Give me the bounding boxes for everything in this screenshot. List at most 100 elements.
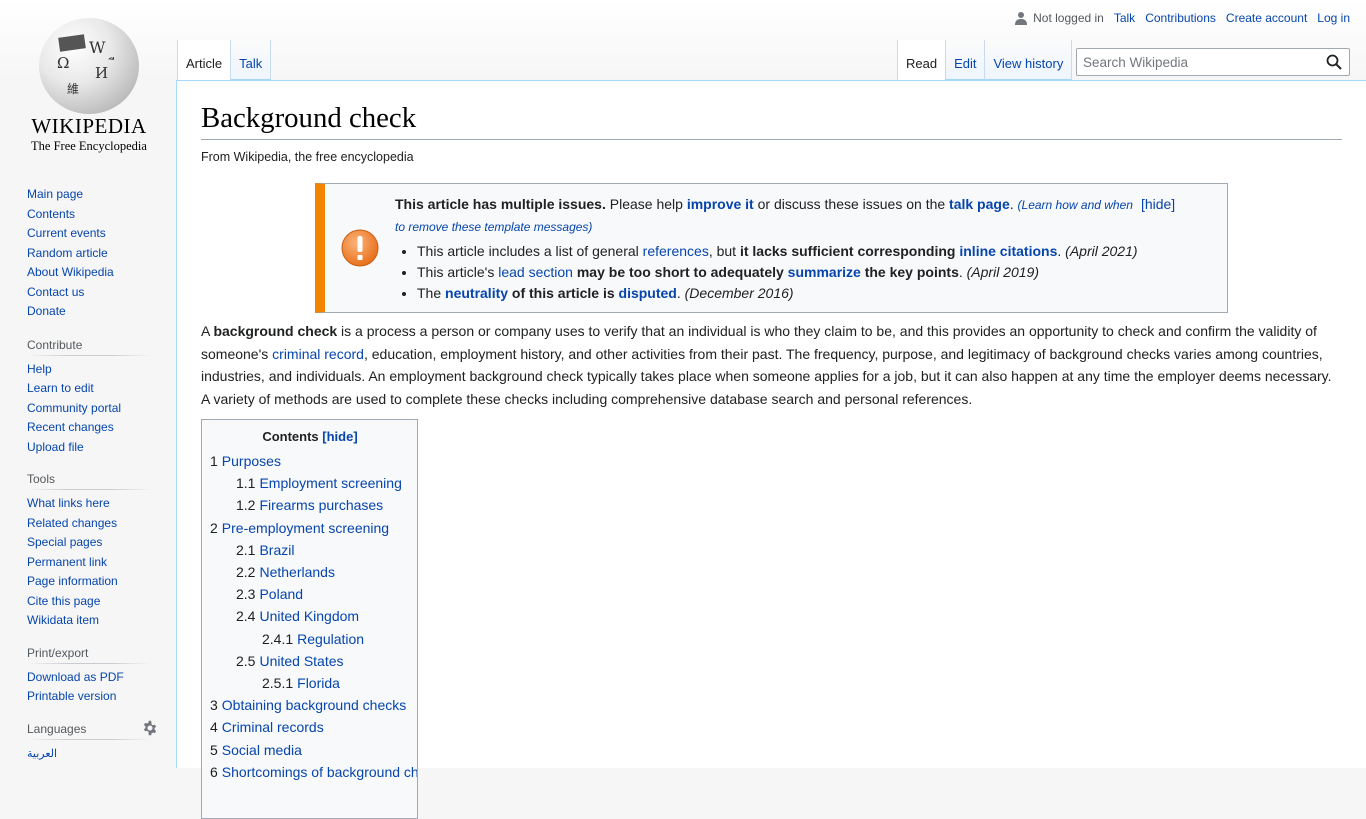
issue-bold-text: may be too short to adequately [572,264,788,281]
sidebar-item-contents[interactable]: Contents [27,207,75,221]
sidebar-item-page-information[interactable]: Page information [27,574,118,588]
sidebar-item-current-events[interactable]: Current events [27,226,106,240]
toc-hide-toggle[interactable]: [hide] [322,429,357,444]
tab-read[interactable]: Read [897,40,947,80]
sidebar-item-related-changes[interactable]: Related changes [27,516,117,530]
toc-item-number: 2 [210,519,218,536]
toc-item-link[interactable]: Poland [259,586,303,602]
toc-item[interactable]: 2.3 Poland [210,583,410,605]
issue-bold-text: the key points [860,264,959,281]
contributions-link[interactable]: Contributions [1145,11,1216,25]
view-tabs: Read Edit View history [897,40,1073,80]
create-account-link[interactable]: Create account [1226,11,1307,25]
user-icon [1015,11,1028,25]
toc-item-link[interactable]: Brazil [259,542,294,558]
neutrality-link[interactable]: neutrality [445,285,508,301]
toc-item-link[interactable]: United Kingdom [259,608,359,624]
sidebar-item-printable-version[interactable]: Printable version [27,689,116,703]
toc-item[interactable]: 6Shortcomings of background checks [210,761,417,783]
toc-item[interactable]: 2.4 United Kingdom [210,605,410,627]
sidebar-item-contact-us[interactable]: Contact us [27,285,84,299]
language-link-arabic[interactable]: العربية [27,748,57,760]
sidebar-navigation: Main page Contents Current events Random… [27,185,152,322]
print-export-heading: Print/export [27,645,152,664]
wikipedia-logo[interactable]: Ω W И 維 ี Wikipedia The Free Encyclopedi… [22,14,156,156]
sidebar-item-main-page[interactable]: Main page [27,187,83,201]
tab-view-history[interactable]: View history [985,40,1073,80]
disputed-link[interactable]: disputed [619,285,677,301]
sidebar-tools: Tools What links here Related changes Sp… [27,472,152,631]
sidebar-item-special-pages[interactable]: Special pages [27,535,102,549]
inline-citations-link[interactable]: inline citations [959,243,1057,259]
languages-heading: Languages [27,720,157,740]
tab-article[interactable]: Article [177,40,232,80]
toc-item[interactable]: 2.2 Netherlands [210,561,410,583]
toc-item-number: 2.4.1 [262,630,294,647]
log-in-link[interactable]: Log in [1317,11,1350,25]
toc-item[interactable]: 2.1 Brazil [210,539,410,561]
toc-item-number: 6 [210,763,218,780]
toc-item-number: 2.1 [236,541,256,558]
personal-talk-link[interactable]: Talk [1114,11,1135,25]
ambox-heading: This article has multiple issues. [395,196,606,213]
toc-item[interactable]: 2 Pre-employment screening [210,517,410,539]
toc-item-link[interactable]: Shortcomings of background checks [222,764,417,780]
toc-item[interactable]: 1.2 Firearms purchases [210,494,410,516]
lead-section-link[interactable]: lead section [498,264,573,280]
issue-item: This article includes a list of general … [417,241,1195,262]
sidebar-item-about-wikipedia[interactable]: About Wikipedia [27,265,114,279]
tab-edit[interactable]: Edit [946,40,986,80]
sidebar-item-upload-file[interactable]: Upload file [27,440,84,454]
toc-item[interactable]: 4 Criminal records [210,716,410,738]
tab-talk[interactable]: Talk [231,40,272,80]
toc-item-link[interactable]: Purposes [222,453,281,469]
sidebar-item-permanent-link[interactable]: Permanent link [27,555,107,569]
sidebar-item-wikidata-item[interactable]: Wikidata item [27,613,99,627]
toc-item-number: 2.5 [236,652,256,669]
toc-item-link[interactable]: Firearms purchases [259,497,383,513]
toc-item[interactable]: 2.4.1 Regulation [210,628,410,650]
toc-item-link[interactable]: Social media [222,742,302,758]
contribute-heading: Contribute [27,337,152,356]
search-input[interactable] [1077,49,1317,75]
sidebar-item-download-pdf[interactable]: Download as PDF [27,670,124,684]
toc-item[interactable]: 2.5 United States [210,650,410,672]
issue-date: (December 2016) [684,285,794,302]
toc-item[interactable]: 3 Obtaining background checks [210,694,410,716]
toc-item-link[interactable]: Regulation [297,631,364,647]
toc-item[interactable]: 1 Purposes [210,450,410,472]
ambox-hide-toggle[interactable]: [hide] [1141,196,1175,212]
toc-item[interactable]: 2.5.1 Florida [210,672,410,694]
sidebar-item-donate[interactable]: Donate [27,304,66,318]
references-link[interactable]: references [643,243,709,259]
improve-it-link[interactable]: improve it [687,196,754,212]
sidebar-item-recent-changes[interactable]: Recent changes [27,420,114,434]
sidebar-item-cite-this-page[interactable]: Cite this page [27,594,100,608]
toc-item-link[interactable]: Florida [297,675,340,691]
ambox-text: or discuss these issues on the [753,196,950,213]
sidebar-item-community-portal[interactable]: Community portal [27,401,121,415]
sidebar-item-what-links-here[interactable]: What links here [27,496,110,510]
toc-item-link[interactable]: Obtaining background checks [222,697,406,713]
toc-item-link[interactable]: United States [259,653,343,669]
sidebar-item-help[interactable]: Help [27,362,52,376]
learn-how-link[interactable]: (Learn how and when [1018,198,1133,212]
warning-icon [341,229,379,267]
toc-item-link[interactable]: Netherlands [259,564,335,580]
toc-item[interactable]: 1.1 Employment screening [210,472,410,494]
toc-item-link[interactable]: Criminal records [222,719,324,735]
criminal-record-link[interactable]: criminal record [272,346,364,362]
learn-how-link-cont[interactable]: to remove these template messages) [395,220,592,234]
talk-page-link[interactable]: talk page [949,196,1010,212]
search-icon[interactable] [1326,54,1342,70]
toc-item-link[interactable]: Pre-employment screening [222,520,389,536]
sidebar-item-learn-to-edit[interactable]: Learn to edit [27,381,94,395]
gear-icon[interactable] [142,720,158,736]
sidebar-item-random-article[interactable]: Random article [27,246,108,260]
issue-date: (April 2019) [966,264,1040,281]
toc-item-link[interactable]: Employment screening [259,475,401,491]
summarize-link[interactable]: summarize [788,264,861,280]
toc-item-number: 1 [210,453,218,470]
toc-item[interactable]: 5 Social media [210,739,410,761]
ambox-text: Please help [605,196,687,213]
